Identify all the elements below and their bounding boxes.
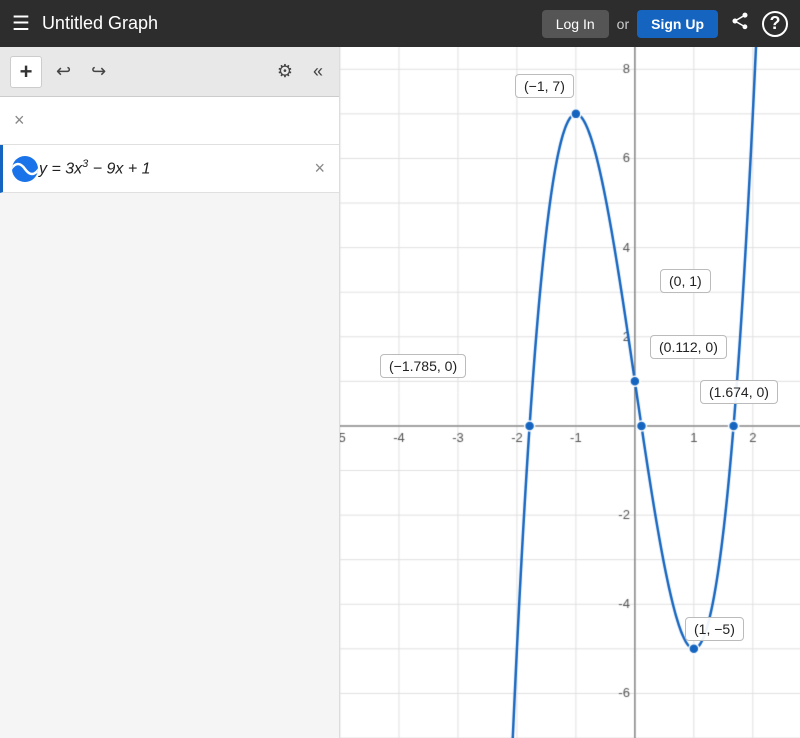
settings-button[interactable]: ⚙: [271, 57, 299, 86]
header-right: Log In or Sign Up ?: [542, 7, 788, 40]
close-expression-button[interactable]: ×: [308, 156, 331, 181]
menu-icon[interactable]: ☰: [12, 11, 30, 36]
expression-row-1[interactable]: y = 3x3 − 9x + 1 ×: [0, 145, 339, 193]
main: + ↩ ↪ ⚙ « ×: [0, 47, 800, 738]
collapse-button[interactable]: «: [307, 57, 329, 86]
add-expression-button[interactable]: +: [10, 56, 42, 88]
expression-list: × y = 3x3 − 9x + 1 ×: [0, 97, 339, 738]
share-icon: [730, 11, 750, 31]
expression-formula[interactable]: y = 3x3 − 9x + 1: [39, 158, 308, 178]
settings-icon: ⚙: [277, 61, 293, 81]
login-button[interactable]: Log In: [542, 10, 609, 38]
share-button[interactable]: [726, 7, 754, 40]
redo-icon: ↪: [91, 61, 106, 81]
help-button[interactable]: ?: [762, 11, 788, 37]
header: ☰ Untitled Graph Log In or Sign Up ?: [0, 0, 800, 47]
expression-row-empty: ×: [0, 97, 339, 145]
sidebar: + ↩ ↪ ⚙ « ×: [0, 47, 340, 738]
expression-icon: [11, 155, 39, 183]
redo-button[interactable]: ↪: [85, 57, 112, 86]
signup-button[interactable]: Sign Up: [637, 10, 718, 38]
graph-canvas: [340, 47, 800, 738]
or-text: or: [617, 16, 629, 32]
undo-icon: ↩: [56, 61, 71, 81]
graph-area[interactable]: (−1, 7) (0, 1) (−1.785, 0) (0.112, 0) (1…: [340, 47, 800, 738]
page-title: Untitled Graph: [42, 13, 530, 34]
collapse-icon: «: [313, 61, 323, 81]
help-icon: ?: [770, 13, 781, 34]
close-empty-button[interactable]: ×: [8, 108, 31, 133]
toolbar: + ↩ ↪ ⚙ «: [0, 47, 339, 97]
undo-button[interactable]: ↩: [50, 57, 77, 86]
